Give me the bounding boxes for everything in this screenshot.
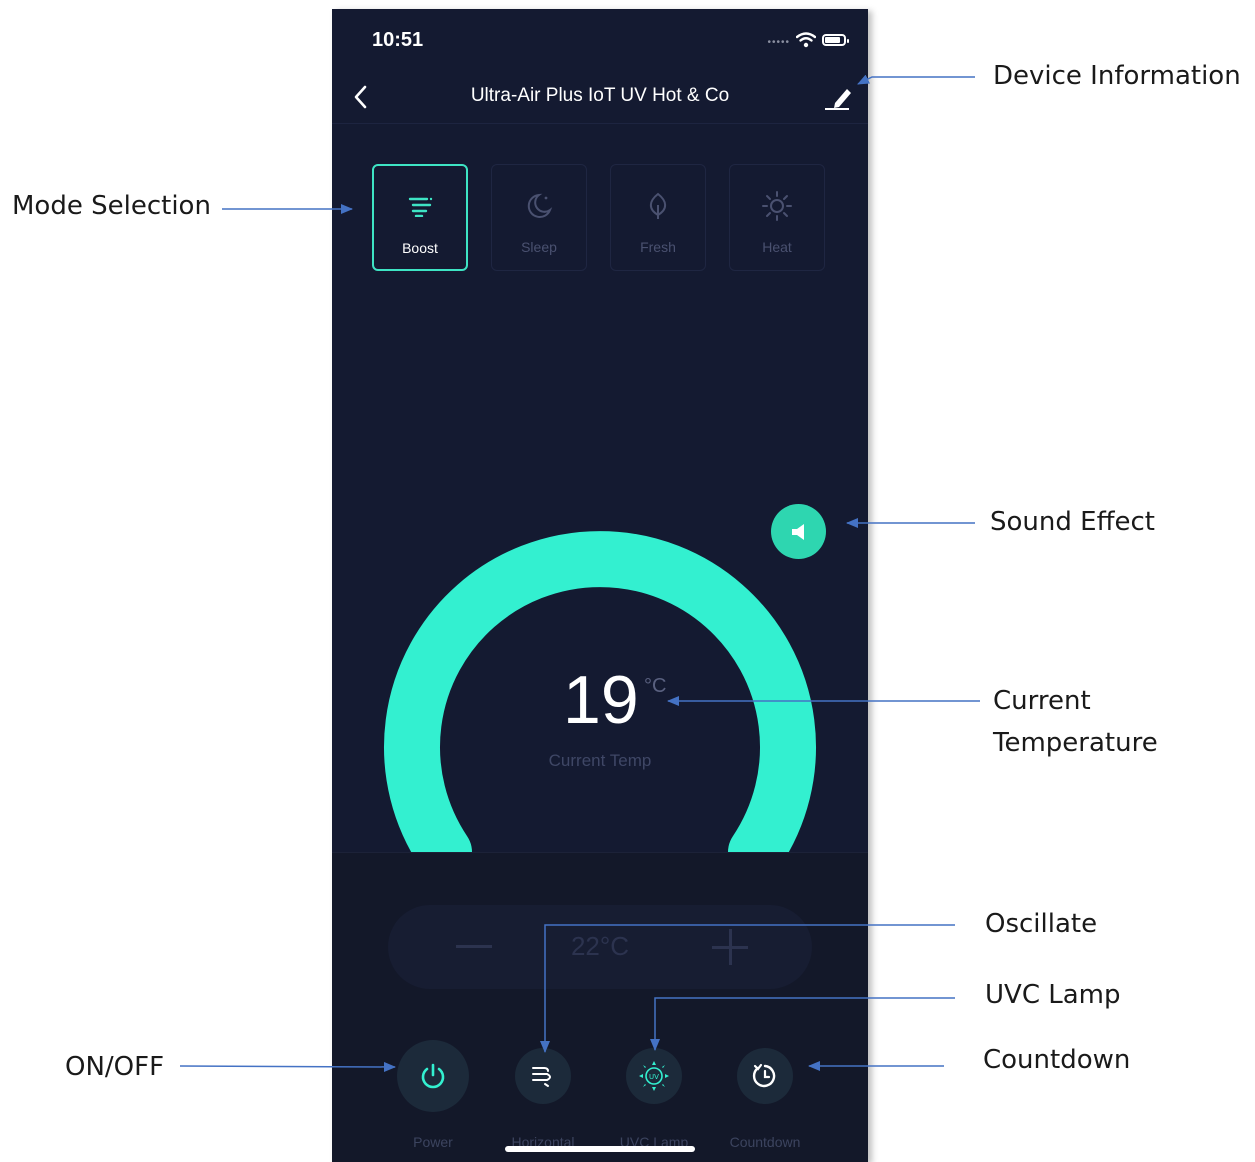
- bottom-panel: [332, 852, 868, 1162]
- annotation-current-temperature-line2: Temperature: [993, 728, 1158, 758]
- control-uvc-lamp: UV UVC Lamp: [604, 1040, 704, 1150]
- plus-icon: [712, 929, 748, 965]
- increase-temp-button[interactable]: [710, 927, 750, 967]
- uv-lamp-icon: UV: [639, 1061, 669, 1091]
- control-power: Power: [383, 1040, 483, 1150]
- oscillate-icon: [532, 1067, 551, 1087]
- phone-screen: 10:51 ••••• Ultra-Air Plus IoT UV Hot & …: [332, 9, 868, 1162]
- uvc-lamp-button[interactable]: UV: [626, 1048, 682, 1104]
- current-temp-unit: °C: [644, 675, 667, 697]
- annotation-on-off: ON/OFF: [65, 1052, 165, 1082]
- setpoint-control: 22°C: [388, 905, 812, 989]
- arrow-device-information: [857, 74, 975, 85]
- annotation-mode-selection: Mode Selection: [12, 191, 211, 221]
- countdown-button[interactable]: [737, 1048, 793, 1104]
- speaker-icon: [791, 523, 804, 540]
- annotation-oscillate: Oscillate: [985, 909, 1098, 939]
- timer-icon: [752, 1063, 776, 1088]
- annotation-countdown: Countdown: [983, 1045, 1131, 1075]
- annotation-current-temperature-line1: Current: [993, 686, 1091, 716]
- sound-effect-button[interactable]: [771, 504, 826, 559]
- svg-text:UV: UV: [649, 1073, 659, 1081]
- current-temp-value: 19: [563, 662, 639, 738]
- power-button[interactable]: [397, 1040, 469, 1112]
- current-temp-label: Current Temp: [548, 751, 652, 770]
- annotation-uvc-lamp: UVC Lamp: [985, 980, 1121, 1010]
- countdown-label: Countdown: [729, 1134, 801, 1150]
- control-horizontal: Horizontal: [493, 1040, 593, 1150]
- annotation-device-information: Device Information: [993, 61, 1241, 91]
- home-indicator: [505, 1146, 695, 1152]
- annotation-sound-effect: Sound Effect: [990, 507, 1155, 537]
- power-icon: [421, 1063, 445, 1089]
- power-label: Power: [413, 1134, 453, 1150]
- horizontal-button[interactable]: [515, 1048, 571, 1104]
- control-countdown: Countdown: [715, 1040, 815, 1150]
